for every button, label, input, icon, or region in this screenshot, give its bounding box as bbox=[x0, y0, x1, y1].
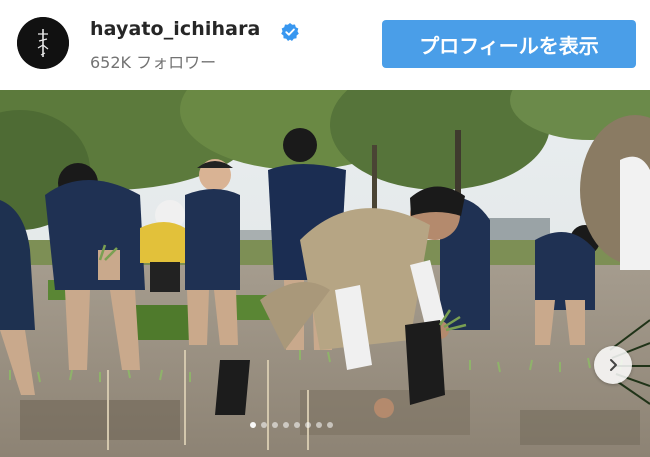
avatar[interactable] bbox=[17, 17, 69, 69]
instagram-embed-card: hayato_ichihara 652K フォロワー プロフィールを表示 bbox=[0, 0, 650, 457]
carousel-dot bbox=[305, 422, 311, 428]
next-slide-button[interactable] bbox=[594, 346, 632, 384]
carousel-dot bbox=[283, 422, 289, 428]
username[interactable]: hayato_ichihara bbox=[90, 18, 260, 40]
carousel-dot bbox=[327, 422, 333, 428]
view-profile-button[interactable]: プロフィールを表示 bbox=[382, 20, 636, 68]
carousel-dot bbox=[250, 422, 256, 428]
rice-planting-photo bbox=[0, 90, 650, 457]
carousel-indicators bbox=[250, 422, 333, 428]
post-header: hayato_ichihara 652K フォロワー プロフィールを表示 bbox=[0, 0, 650, 90]
carousel-dot bbox=[272, 422, 278, 428]
verified-badge-icon bbox=[280, 22, 300, 42]
calligraphy-logo-icon bbox=[17, 17, 69, 69]
chevron-right-icon bbox=[610, 359, 617, 371]
follower-count: 652K フォロワー bbox=[90, 53, 217, 72]
carousel-dot bbox=[261, 422, 267, 428]
carousel-dot bbox=[316, 422, 322, 428]
carousel-dot bbox=[294, 422, 300, 428]
post-photo[interactable] bbox=[0, 90, 650, 457]
